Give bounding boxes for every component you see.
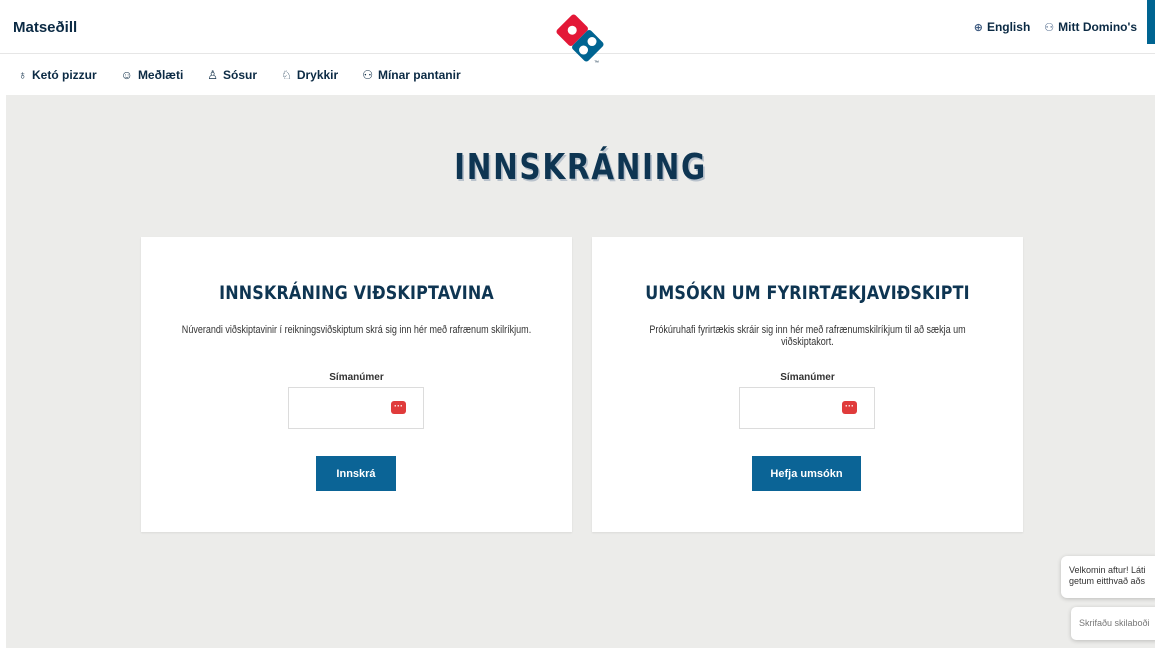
nav-item-orders[interactable]: ⚇ Mínar pantanir xyxy=(362,68,460,82)
keto-icon: ♁ xyxy=(18,68,27,82)
phone-label: Símanúmer xyxy=(780,372,835,383)
menu-link[interactable]: Matseðill xyxy=(13,19,77,36)
phone-input[interactable] xyxy=(289,388,389,428)
card-title: INNSKRÁNING VIÐSKIPTAVINA xyxy=(219,282,494,304)
password-manager-icon[interactable]: ··· xyxy=(842,401,857,414)
nav-item-label: Drykkir xyxy=(296,68,339,82)
card-description: Prókúruhafi fyrirtækis skráir sig inn hé… xyxy=(649,324,966,348)
sauce-icon: ♙ xyxy=(207,68,219,82)
header-actions: ⊕ English ⚇ Mitt Domino's xyxy=(974,20,1137,34)
card-description: Núverandi viðskiptavinir í reikningsviðs… xyxy=(181,324,532,336)
sides-icon: ☺ xyxy=(120,68,133,82)
main-content: INNSKRÁNING INNSKRÁNING VIÐSKIPTAVINA Nú… xyxy=(6,95,1155,648)
nav-item-sauces[interactable]: ♙ Sósur xyxy=(207,68,257,82)
phone-label: Símanúmer xyxy=(329,372,384,383)
nav-item-label: Mínar pantanir xyxy=(377,68,461,82)
business-application-card: UMSÓKN UM FYRIRTÆKJAVIÐSKIPTI Prókúruhaf… xyxy=(592,237,1023,532)
chat-greeting-line: Velkomin aftur! Láti xyxy=(1069,565,1146,575)
language-label: English xyxy=(986,20,1031,34)
language-switch[interactable]: ⊕ English xyxy=(974,20,1031,34)
chat-greeting-line: getum eitthvað aðs xyxy=(1069,576,1146,586)
password-manager-icon[interactable]: ··· xyxy=(391,401,406,414)
phone-field[interactable]: ··· xyxy=(288,387,424,429)
card-title: UMSÓKN UM FYRIRTÆKJAVIÐSKIPTI xyxy=(645,282,970,304)
chat-greeting-bubble[interactable]: Velkomin aftur! Láti getum eitthvað aðs xyxy=(1061,556,1155,598)
customer-login-card: INNSKRÁNING VIÐSKIPTAVINA Núverandi viðs… xyxy=(141,237,572,532)
drink-icon: ♘ xyxy=(281,68,292,82)
nav-item-keto[interactable]: ♁ Ketó pizzur xyxy=(18,68,97,82)
logo-trademark: ™ xyxy=(594,60,599,66)
nav-item-label: Ketó pizzur xyxy=(32,68,97,82)
nav-item-label: Meðlæti xyxy=(137,68,184,82)
login-button[interactable]: Innskrá xyxy=(316,456,396,491)
header-edge-button[interactable] xyxy=(1147,0,1155,44)
nav-item-label: Sósur xyxy=(223,68,258,82)
phone-input[interactable] xyxy=(740,388,840,428)
nav-item-sides[interactable]: ☺ Meðlæti xyxy=(121,68,184,82)
phone-field[interactable]: ··· xyxy=(739,387,875,429)
user-icon: ⚇ xyxy=(1044,21,1055,34)
orders-icon: ⚇ xyxy=(362,68,373,82)
account-link[interactable]: ⚇ Mitt Domino's xyxy=(1044,20,1137,34)
chat-message-input[interactable]: Skrifaðu skilaboði xyxy=(1071,607,1155,640)
dominos-logo[interactable]: ™ xyxy=(552,10,608,68)
page-title: INNSKRÁNING xyxy=(454,147,707,188)
nav-item-drinks[interactable]: ♘ Drykkir xyxy=(281,68,338,82)
globe-icon: ⊕ xyxy=(973,21,983,34)
account-label: Mitt Domino's xyxy=(1058,20,1137,34)
start-application-button[interactable]: Hefja umsókn xyxy=(752,456,861,491)
